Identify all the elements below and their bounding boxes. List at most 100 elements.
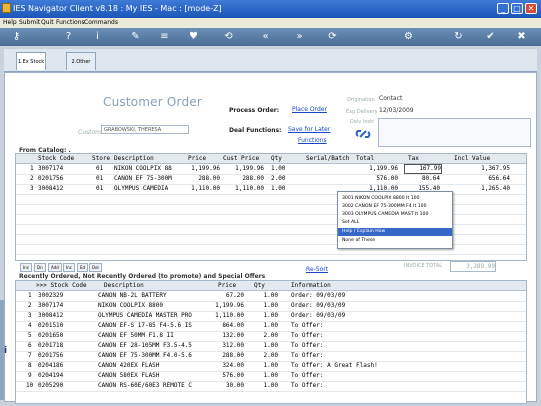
save-for-later-link[interactable]: Save for Later — [288, 126, 330, 133]
price-cell: 132.00 — [222, 332, 244, 339]
qty-cell: 1.00 — [263, 362, 278, 369]
price-cell[interactable]: 1,110.00 — [184, 184, 220, 193]
col-stock-code[interactable]: >>> Stock Code — [36, 281, 87, 290]
info-icon[interactable]: i — [91, 30, 104, 43]
menu-quit[interactable]: Quit — [41, 19, 54, 26]
back-icon[interactable]: ⟲ — [222, 30, 235, 43]
mini-tab-dn[interactable]: Dn — [34, 263, 46, 272]
list-item[interactable]: 10 0205290 CANON RS-60E/60E3 REMOTE C 30… — [16, 381, 526, 392]
col-description[interactable]: Description — [114, 154, 154, 163]
total-cell[interactable]: 1,199.96 — [358, 164, 398, 173]
mini-tab-add[interactable]: Add — [48, 263, 62, 272]
description-cell[interactable]: NIKON COOLPIX 88 — [114, 164, 186, 173]
col-price[interactable]: Price — [218, 281, 236, 290]
mini-tab-del[interactable]: Del — [89, 263, 102, 272]
stock-code-cell: 0205290 — [38, 382, 64, 389]
col-incl-value[interactable]: Incl Value — [454, 154, 490, 163]
col-qty[interactable]: Qty — [254, 281, 265, 290]
cust-price-cell[interactable]: 1,110.00 — [226, 184, 264, 193]
price-cell: 576.00 — [222, 372, 244, 379]
col-price[interactable]: Price — [188, 154, 206, 163]
price-cell[interactable]: 1,199.96 — [184, 164, 220, 173]
mini-tab-inc[interactable]: Inc — [63, 263, 75, 272]
qty-cell[interactable]: 1.00 — [271, 184, 285, 193]
col-stock-code[interactable]: Stock Code — [38, 154, 74, 163]
menu-item-help[interactable]: Help / Explain How — [338, 228, 452, 236]
stock-code-cell: 0201718 — [38, 342, 64, 349]
cancel-icon[interactable]: ✖ — [515, 30, 528, 43]
store-cell[interactable]: 01 — [96, 184, 103, 193]
link-icon[interactable] — [355, 127, 371, 141]
stock-picker-menu: 3001 NIKON COOLPIX 8800 It 100 3002 CANO… — [337, 191, 453, 249]
stock-code-cell: 3002329 — [38, 292, 64, 299]
store-cell[interactable]: 01 — [96, 174, 103, 183]
col-cust-price[interactable]: Cust Price — [223, 154, 259, 163]
menu-item-option[interactable]: 3003 OLYMPUS CAMEDIA MAST It 100 — [338, 211, 452, 219]
info-side-icon[interactable]: i — [4, 346, 7, 356]
customer-field[interactable]: GRABOWSKI, THERESA — [101, 125, 189, 134]
incl-value-cell[interactable]: 656.64 — [462, 174, 510, 183]
forward-alt-icon[interactable]: ⟳ — [326, 30, 339, 43]
row-number: 2 — [28, 302, 32, 309]
description-cell: OLYMPUS CAMEDIA MASTER PRO — [98, 312, 192, 319]
menu-item-none[interactable]: None of These — [338, 237, 452, 245]
description-cell: CANON EF 75-300MM F4.0-5.6 — [98, 352, 192, 359]
menu-help[interactable]: Help — [3, 19, 17, 26]
col-information[interactable]: Information — [291, 281, 331, 290]
menu-item-option[interactable]: 3002 CANON EF 75-300MM F4 It 100 — [338, 203, 452, 211]
functions-link[interactable]: Functions — [298, 137, 327, 144]
edit-icon[interactable]: ✎ — [129, 30, 142, 43]
menu-submit[interactable]: Submit — [19, 19, 40, 26]
qty-cell[interactable]: 2.00 — [271, 174, 285, 183]
refresh-icon[interactable]: ↻ — [452, 30, 465, 43]
stock-code-cell[interactable]: 0201756 — [38, 174, 63, 183]
cust-price-cell[interactable]: 288.00 — [226, 174, 264, 183]
place-order-link[interactable]: Place Order — [292, 106, 327, 113]
key-icon[interactable]: ⚷ — [10, 30, 23, 43]
menu-item-option[interactable]: 3001 NIKON COOLPIX 8800 It 100 — [338, 195, 452, 203]
delv-instr-field[interactable] — [378, 118, 531, 147]
exp-delivery-value[interactable]: 12/03/2009 — [379, 107, 414, 114]
maximize-icon[interactable]: □ — [511, 3, 523, 14]
invoice-total-value: 3,289.99 — [450, 261, 496, 272]
tab-ex-stock[interactable]: 1.Ex Stock — [16, 52, 46, 70]
menu-functions[interactable]: Functions — [56, 19, 85, 26]
menu-commands[interactable]: Commands — [84, 19, 118, 26]
price-cell[interactable]: 288.00 — [184, 174, 220, 183]
close-icon[interactable]: ✕ — [525, 3, 537, 14]
settings-icon[interactable]: ⚙ — [402, 30, 415, 43]
incl-value-cell[interactable]: 1,367.95 — [462, 164, 510, 173]
description-cell: NIKON COOLPIX 8800 — [98, 302, 164, 309]
list-icon[interactable]: ≡ — [158, 30, 171, 43]
mini-tab-ed[interactable]: Ed — [77, 263, 89, 272]
heart-icon[interactable]: ♥ — [187, 30, 200, 43]
back-alt-icon[interactable]: « — [259, 30, 272, 43]
col-tax[interactable]: Tax — [408, 154, 419, 163]
col-total[interactable]: Total — [356, 154, 374, 163]
col-serial-batch[interactable]: Serial/Batch — [306, 154, 349, 163]
information-cell: To Offer: — [291, 332, 324, 339]
resort-link[interactable]: Re-Sort — [306, 266, 328, 273]
stock-code-cell[interactable]: 3007174 — [38, 164, 63, 173]
description-cell[interactable]: OLYMPUS CAMEDIA — [114, 184, 186, 193]
mini-tab-ins[interactable]: Ins — [20, 263, 32, 272]
minimize-icon[interactable]: _ — [497, 3, 509, 14]
forward-icon[interactable]: » — [293, 30, 306, 43]
col-store[interactable]: Store — [92, 154, 110, 163]
total-cell[interactable]: 576.00 — [358, 174, 398, 183]
col-description[interactable]: Description — [104, 281, 144, 290]
cust-price-cell[interactable]: 1,199.96 — [226, 164, 264, 173]
qty-cell[interactable]: 1.00 — [271, 164, 285, 173]
help-icon[interactable]: ? — [62, 30, 75, 43]
tax-cell[interactable]: 167.99 — [404, 164, 442, 174]
description-cell[interactable]: CANON EF 75-300M — [114, 174, 186, 183]
stock-code-cell[interactable]: 3008412 — [38, 184, 63, 193]
ok-icon[interactable]: ✔ — [484, 30, 497, 43]
tax-cell[interactable]: 80.64 — [404, 174, 440, 183]
menu-item-set-all[interactable]: Set ALL — [338, 219, 452, 227]
col-qty[interactable]: Qty — [271, 154, 282, 163]
information-cell: Order: 09/03/09 — [291, 292, 346, 299]
tab-other[interactable]: 2.Other — [66, 52, 96, 70]
incl-value-cell[interactable]: 1,265.40 — [462, 184, 510, 193]
store-cell[interactable]: 01 — [96, 164, 103, 173]
